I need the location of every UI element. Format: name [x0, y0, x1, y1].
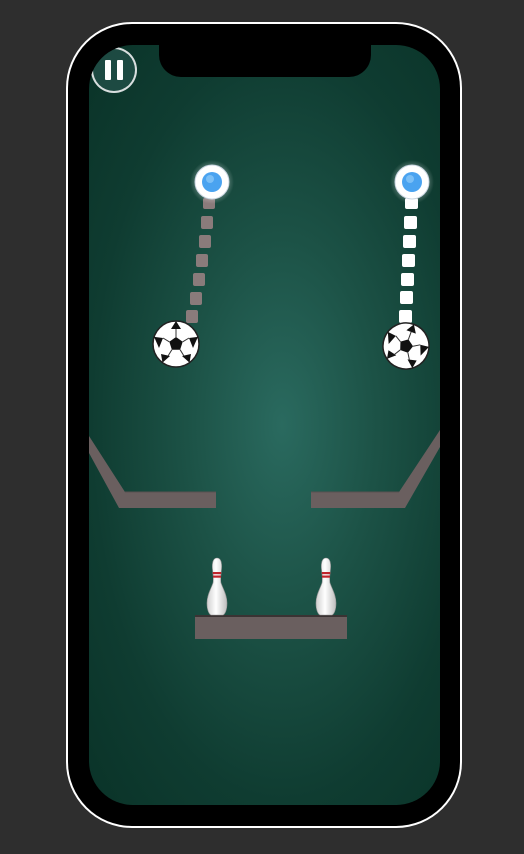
pause-icon [105, 60, 125, 80]
left-anchor-pin[interactable] [190, 160, 234, 204]
left-ramp [89, 436, 216, 508]
phone-notch [159, 45, 371, 77]
right-anchor-pin[interactable] [390, 160, 434, 204]
pin-platform [195, 615, 347, 639]
right-soccer-ball [382, 322, 430, 370]
left-soccer-ball [152, 320, 200, 368]
game-board [89, 45, 440, 805]
phone-frame [68, 24, 460, 826]
right-ramp [311, 430, 440, 508]
pause-button[interactable] [91, 47, 137, 93]
right-chain [398, 198, 418, 341]
left-bowling-pin [206, 557, 228, 616]
right-bowling-pin [315, 557, 337, 616]
game-scene [89, 160, 440, 639]
left-chain [186, 198, 215, 323]
